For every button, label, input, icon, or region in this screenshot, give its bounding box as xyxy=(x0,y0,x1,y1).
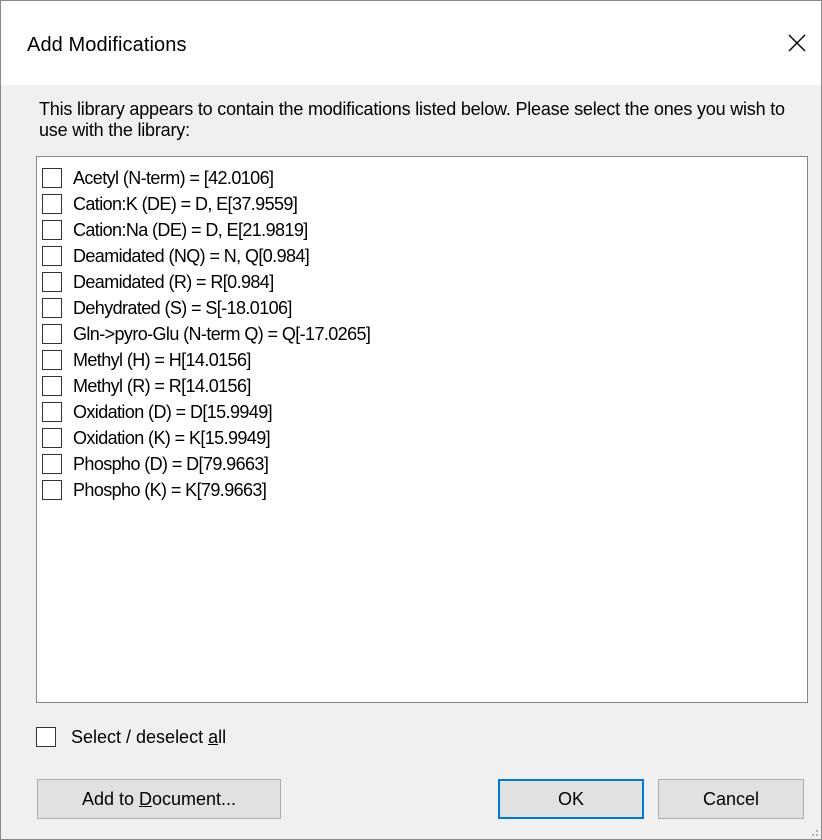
checkbox[interactable] xyxy=(42,349,62,370)
window-title: Add Modifications xyxy=(27,34,187,56)
list-item[interactable]: Cation:Na (DE) = D, E[21.9819] xyxy=(42,217,308,242)
checkbox[interactable] xyxy=(42,453,62,474)
close-button[interactable] xyxy=(777,21,817,65)
checkbox[interactable] xyxy=(42,401,62,422)
list-item[interactable]: Cation:K (DE) = D, E[37.9559] xyxy=(42,191,298,216)
close-icon xyxy=(788,34,806,52)
list-item-label: Phospho (K) = K[79.9663] xyxy=(73,479,267,500)
list-item[interactable]: Oxidation (D) = D[15.9949] xyxy=(42,399,273,424)
ok-button[interactable]: OK xyxy=(498,779,644,819)
intro-text: This library appears to contain the modi… xyxy=(39,99,785,140)
checkbox[interactable] xyxy=(42,193,62,214)
list-item-label: Phospho (D) = D[79.9663] xyxy=(73,453,269,474)
list-item-label: Methyl (H) = H[14.0156] xyxy=(73,349,251,370)
list-item-label: Methyl (R) = R[14.0156] xyxy=(73,375,251,396)
list-item[interactable]: Acetyl (N-term) = [42.0106] xyxy=(42,165,274,190)
list-item[interactable]: Deamidated (NQ) = N, Q[0.984] xyxy=(42,243,310,268)
list-item-label: Cation:Na (DE) = D, E[21.9819] xyxy=(73,219,308,240)
resize-grip-icon[interactable] xyxy=(807,825,819,837)
checkbox[interactable] xyxy=(42,297,62,318)
add-modifications-dialog: Add Modifications This library appears t… xyxy=(0,0,822,840)
checkbox[interactable] xyxy=(42,323,62,344)
checkbox[interactable] xyxy=(36,727,56,747)
list-item-label: Gln->pyro-Glu (N-term Q) = Q[-17.0265] xyxy=(73,323,371,344)
checkbox[interactable] xyxy=(42,167,62,188)
checkbox[interactable] xyxy=(42,271,62,292)
list-item[interactable]: Phospho (D) = D[79.9663] xyxy=(42,451,269,476)
list-item[interactable]: Methyl (R) = R[14.0156] xyxy=(42,373,251,398)
checkbox[interactable] xyxy=(42,245,62,266)
select-all-checkbox[interactable]: Select / deselect all xyxy=(36,725,226,749)
add-to-document-button[interactable]: Add to Document... xyxy=(37,779,281,819)
modifications-list[interactable]: Acetyl (N-term) = [42.0106] Cation:K (DE… xyxy=(36,156,808,703)
list-item[interactable]: Oxidation (K) = K[15.9949] xyxy=(42,425,271,450)
checkbox[interactable] xyxy=(42,479,62,500)
list-item[interactable]: Gln->pyro-Glu (N-term Q) = Q[-17.0265] xyxy=(42,321,371,346)
checkbox[interactable] xyxy=(42,375,62,396)
list-item[interactable]: Phospho (K) = K[79.9663] xyxy=(42,477,267,502)
list-item[interactable]: Dehydrated (S) = S[-18.0106] xyxy=(42,295,292,320)
select-all-label: Select / deselect all xyxy=(71,727,227,747)
list-item-label: Acetyl (N-term) = [42.0106] xyxy=(73,167,274,188)
list-item-label: Oxidation (K) = K[15.9949] xyxy=(73,427,271,448)
checkbox[interactable] xyxy=(42,427,62,448)
title-bar: Add Modifications xyxy=(1,1,821,85)
list-item[interactable]: Deamidated (R) = R[0.984] xyxy=(42,269,274,294)
list-item-label: Cation:K (DE) = D, E[37.9559] xyxy=(73,193,298,214)
list-item-label: Dehydrated (S) = S[-18.0106] xyxy=(73,297,292,318)
list-item[interactable]: Methyl (H) = H[14.0156] xyxy=(42,347,251,372)
list-item-label: Oxidation (D) = D[15.9949] xyxy=(73,401,273,422)
list-item-label: Deamidated (NQ) = N, Q[0.984] xyxy=(73,245,310,266)
cancel-button[interactable]: Cancel xyxy=(658,779,804,819)
checkbox[interactable] xyxy=(42,219,62,240)
list-item-label: Deamidated (R) = R[0.984] xyxy=(73,271,274,292)
